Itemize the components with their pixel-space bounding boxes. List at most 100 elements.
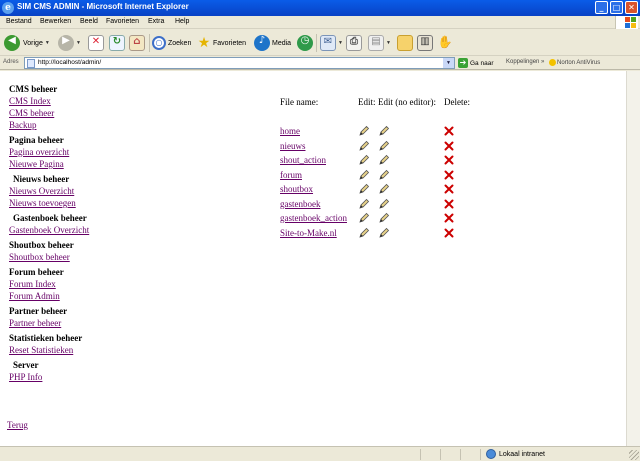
favorites-button[interactable]: ★ Favorieten bbox=[196, 33, 246, 53]
menu-bewerken[interactable]: Bewerken bbox=[40, 18, 71, 25]
delete-x-icon[interactable] bbox=[444, 213, 454, 223]
link-backup[interactable]: Backup bbox=[9, 119, 129, 131]
edit-pencil-icon[interactable] bbox=[358, 212, 370, 224]
menu-beeld[interactable]: Beeld bbox=[80, 18, 98, 25]
norton-antivirus-button[interactable]: Norton AntiVirus bbox=[549, 59, 600, 66]
edit-no-editor-pencil-icon[interactable] bbox=[378, 212, 390, 224]
print-icon: ⎙ bbox=[346, 35, 362, 51]
link-nieuws-toevoegen[interactable]: Nieuws toevoegen bbox=[9, 197, 129, 209]
link-gastenboek-overzicht[interactable]: Gastenboek Overzicht bbox=[9, 224, 129, 236]
edit-no-editor-pencil-icon[interactable] bbox=[378, 198, 390, 210]
delete-x-icon[interactable] bbox=[444, 155, 454, 165]
close-button[interactable]: ✕ bbox=[625, 1, 638, 14]
link-nieuwe-pagina[interactable]: Nieuwe Pagina bbox=[9, 158, 129, 170]
address-url[interactable]: http://localhost/admin/ bbox=[38, 59, 101, 66]
ie-logo-icon: e bbox=[2, 2, 14, 14]
link-forum-admin[interactable]: Forum Admin bbox=[9, 290, 129, 302]
page-file-link[interactable]: Site-to-Make.nl bbox=[280, 228, 337, 238]
page-file-link[interactable]: gastenboek bbox=[280, 199, 321, 209]
link-shoutbox-beheer[interactable]: Shoutbox beheer bbox=[9, 251, 129, 263]
discuss-button[interactable] bbox=[397, 33, 413, 53]
refresh-button[interactable]: ↻ bbox=[109, 33, 125, 53]
edit-pencil-icon[interactable] bbox=[358, 154, 370, 166]
search-button[interactable]: ○ Zoeken bbox=[152, 33, 191, 53]
delete-x-icon[interactable] bbox=[444, 126, 454, 136]
minimize-button[interactable]: _ bbox=[595, 1, 608, 14]
address-label: Adres bbox=[3, 59, 19, 65]
messenger-button[interactable]: ✋ bbox=[437, 33, 453, 53]
address-dropdown-icon[interactable]: ▼ bbox=[443, 58, 454, 68]
page-file-link[interactable]: shoutbox bbox=[280, 184, 313, 194]
back-dropdown-icon: ▼ bbox=[44, 40, 50, 46]
delete-x-icon[interactable] bbox=[444, 170, 454, 180]
search-label: Zoeken bbox=[168, 39, 192, 47]
edit-pencil-icon[interactable] bbox=[358, 169, 370, 181]
edit-pencil-icon[interactable] bbox=[358, 227, 370, 239]
go-button[interactable]: ➔ Ga naar bbox=[458, 58, 494, 68]
window-title: SIM CMS ADMIN - Microsoft Internet Explo… bbox=[17, 2, 189, 11]
media-button[interactable]: ♪ Media bbox=[254, 33, 291, 53]
status-bar: Lokaal intranet bbox=[0, 446, 640, 461]
toolbar: ◀ Vorige ▼ ▶ ▼ ✕ ↻ ⌂ ○ Zoeken ★ Favoriet… bbox=[0, 30, 640, 56]
edit-pencil-icon[interactable] bbox=[358, 140, 370, 152]
menu-bestand[interactable]: Bestand bbox=[6, 18, 32, 25]
link-partner-beheer[interactable]: Partner beheer bbox=[9, 317, 129, 329]
table-row: shout_action bbox=[280, 154, 480, 168]
page-file-link[interactable]: forum bbox=[280, 170, 302, 180]
table-row: Site-to-Make.nl bbox=[280, 227, 480, 241]
security-zone: Lokaal intranet bbox=[486, 449, 545, 459]
page-file-link[interactable]: nieuws bbox=[280, 141, 306, 151]
header-edit-no-editor: Edit (no editor): bbox=[378, 97, 436, 107]
link-cms-index[interactable]: CMS Index bbox=[9, 95, 129, 107]
mail-button[interactable]: ✉ ▼ bbox=[320, 33, 343, 53]
edit-pencil-icon[interactable] bbox=[358, 183, 370, 195]
go-label: Ga naar bbox=[470, 59, 494, 67]
forward-button[interactable]: ▶ ▼ bbox=[58, 33, 81, 53]
menu-help[interactable]: Help bbox=[175, 18, 189, 25]
link-pagina-overzicht[interactable]: Pagina overzicht bbox=[9, 146, 129, 158]
section-cms-beheer: CMS beheer bbox=[9, 84, 58, 94]
edit-no-editor-pencil-icon[interactable] bbox=[378, 154, 390, 166]
edit-page-button[interactable]: ▤ ▼ bbox=[368, 33, 391, 53]
edit-no-editor-pencil-icon[interactable] bbox=[378, 227, 390, 239]
link-nieuws-overzicht[interactable]: Nieuws Overzicht bbox=[9, 185, 129, 197]
back-button[interactable]: ◀ Vorige ▼ bbox=[4, 33, 50, 53]
edit-no-editor-pencil-icon[interactable] bbox=[378, 140, 390, 152]
menu-favorieten[interactable]: Favorieten bbox=[106, 18, 139, 25]
media-icon: ♪ bbox=[254, 35, 270, 51]
link-php-info[interactable]: PHP Info bbox=[9, 371, 129, 383]
delete-x-icon[interactable] bbox=[444, 184, 454, 194]
page-file-link[interactable]: home bbox=[280, 126, 300, 136]
edit-no-editor-pencil-icon[interactable] bbox=[378, 169, 390, 181]
link-cms-beheer[interactable]: CMS beheer bbox=[9, 107, 129, 119]
stop-button[interactable]: ✕ bbox=[88, 33, 104, 53]
status-divider bbox=[420, 449, 421, 460]
address-input[interactable]: http://localhost/admin/ ▼ bbox=[24, 57, 455, 69]
links-toolbar[interactable]: Koppelingen » bbox=[506, 59, 544, 65]
page-file-link[interactable]: gastenboek_action bbox=[280, 213, 347, 223]
edit-no-editor-pencil-icon[interactable] bbox=[378, 183, 390, 195]
maximize-button[interactable]: □ bbox=[610, 1, 623, 14]
header-edit: Edit: bbox=[358, 97, 376, 107]
menu-extra[interactable]: Extra bbox=[148, 18, 164, 25]
link-forum-index[interactable]: Forum Index bbox=[9, 278, 129, 290]
header-file-name: File name: bbox=[280, 97, 319, 107]
page-file-link[interactable]: shout_action bbox=[280, 155, 326, 165]
norton-icon bbox=[549, 59, 556, 66]
history-button[interactable]: ◷ bbox=[297, 33, 313, 53]
print-button[interactable]: ⎙ bbox=[346, 33, 362, 53]
home-button[interactable]: ⌂ bbox=[129, 33, 145, 53]
edit-pencil-icon[interactable] bbox=[358, 125, 370, 137]
back-link[interactable]: Terug bbox=[7, 420, 28, 430]
research-button[interactable]: ▥ bbox=[417, 33, 433, 53]
delete-x-icon[interactable] bbox=[444, 228, 454, 238]
vertical-scrollbar[interactable] bbox=[626, 71, 640, 446]
edit-no-editor-pencil-icon[interactable] bbox=[378, 125, 390, 137]
delete-x-icon[interactable] bbox=[444, 141, 454, 151]
window-titlebar: e SIM CMS ADMIN - Microsoft Internet Exp… bbox=[0, 0, 640, 16]
resize-grip[interactable] bbox=[629, 450, 639, 460]
delete-x-icon[interactable] bbox=[444, 199, 454, 209]
edit-pencil-icon[interactable] bbox=[358, 198, 370, 210]
links-label: Koppelingen bbox=[506, 59, 540, 65]
link-reset-statistieken[interactable]: Reset Statistieken bbox=[9, 344, 129, 356]
